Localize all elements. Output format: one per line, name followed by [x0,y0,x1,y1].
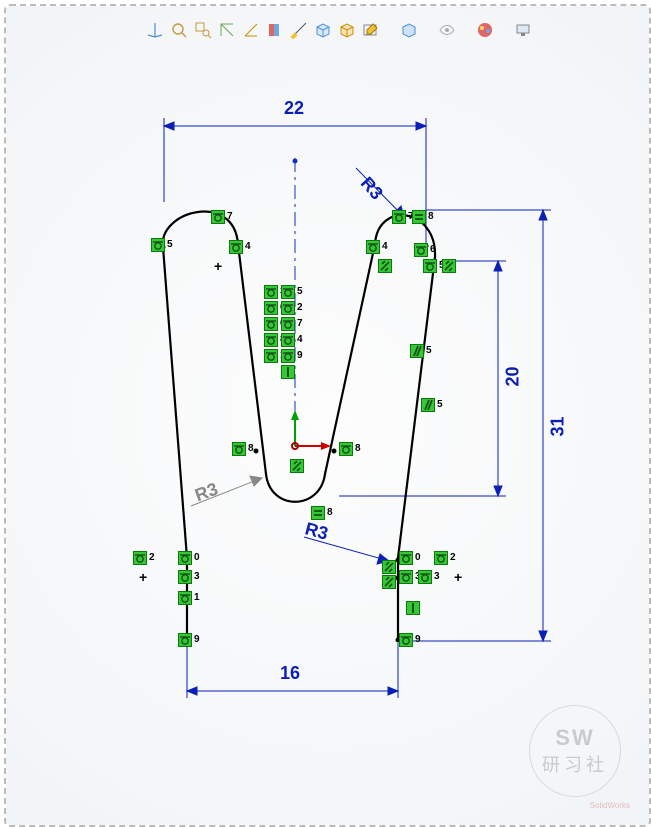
relation-index: 9 [415,634,421,645]
relation-tan-icon[interactable] [281,301,295,315]
relation-tan-icon[interactable] [366,240,380,254]
relation-vert-icon[interactable] [406,601,420,615]
relation-tan-icon[interactable] [178,551,192,565]
relation-index: 3 [434,571,440,582]
relation-index: 4 [297,334,303,345]
relation-eq-icon[interactable] [311,506,325,520]
watermark: SW 研习社 SolidWorks [529,705,621,797]
relation-index: 3 [194,571,200,582]
wm-small: SolidWorks [590,801,630,810]
relation-tan-icon[interactable] [264,285,278,299]
dim-22[interactable]: 22 [284,98,304,119]
relation-tan-icon[interactable] [399,551,413,565]
dim-31[interactable]: 31 [548,416,569,436]
relation-tan-icon[interactable] [414,243,428,257]
relation-index: 5 [437,399,443,410]
relation-sym-icon[interactable] [378,259,392,273]
relation-tan-icon[interactable] [264,333,278,347]
relation-index: 8 [428,211,434,222]
coincident-marker: + [214,258,222,274]
dim-20[interactable]: 20 [503,366,524,386]
wm-bottom: 研习社 [542,751,608,777]
relation-tan-icon[interactable] [178,570,192,584]
relation-index: 1 [194,592,200,603]
relation-sym-icon[interactable] [382,560,396,574]
relation-index: 2 [450,552,456,563]
relation-sym-icon[interactable] [290,459,304,473]
relation-tan-icon[interactable] [339,442,353,456]
relation-tan-icon[interactable] [178,591,192,605]
relation-eq-icon[interactable] [412,210,426,224]
relation-par-icon[interactable] [421,398,435,412]
relation-index: 7 [227,211,233,222]
relation-tan-icon[interactable] [423,259,437,273]
relation-tan-icon[interactable] [434,551,448,565]
relation-tan-icon[interactable] [281,285,295,299]
relation-sym-icon[interactable] [442,259,456,273]
relation-tan-icon[interactable] [133,551,147,565]
relation-sym-icon[interactable] [382,575,396,589]
relation-index: 4 [245,241,251,252]
coincident-marker: + [139,569,147,585]
relation-tan-icon[interactable] [399,570,413,584]
relation-tan-icon[interactable] [264,317,278,331]
relation-index: 4 [382,241,388,252]
relation-tan-icon[interactable] [392,210,406,224]
relation-tan-icon[interactable] [232,442,246,456]
relation-index: 5 [167,239,173,250]
dim-16[interactable]: 16 [280,663,300,684]
relation-tan-icon[interactable] [264,301,278,315]
relation-tan-icon[interactable] [264,349,278,363]
relation-index: 8 [248,443,254,454]
relation-index: 9 [194,634,200,645]
relation-index: 2 [297,302,303,313]
relation-vert-icon[interactable] [281,365,295,379]
relation-tan-icon[interactable] [281,333,295,347]
relation-tan-icon[interactable] [281,349,295,363]
relation-index: 8 [355,443,361,454]
relation-tan-icon[interactable] [229,240,243,254]
relation-index: 5 [426,345,432,356]
relation-index: 6 [430,244,436,255]
relation-tan-icon[interactable] [151,238,165,252]
relation-index: 8 [327,507,333,518]
relation-tan-icon[interactable] [211,210,225,224]
relation-tan-icon[interactable] [418,570,432,584]
relation-index: 5 [297,286,303,297]
relation-index: 2 [149,552,155,563]
relation-tan-icon[interactable] [178,633,192,647]
relation-index: 0 [415,552,421,563]
relation-par-icon[interactable] [410,344,424,358]
relation-index: 7 [297,318,303,329]
relation-tan-icon[interactable] [399,633,413,647]
coincident-marker: + [454,569,462,585]
relation-tan-icon[interactable] [281,317,295,331]
relation-index: 9 [297,350,303,361]
wm-top: SW [555,725,594,751]
relation-index: 0 [194,552,200,563]
